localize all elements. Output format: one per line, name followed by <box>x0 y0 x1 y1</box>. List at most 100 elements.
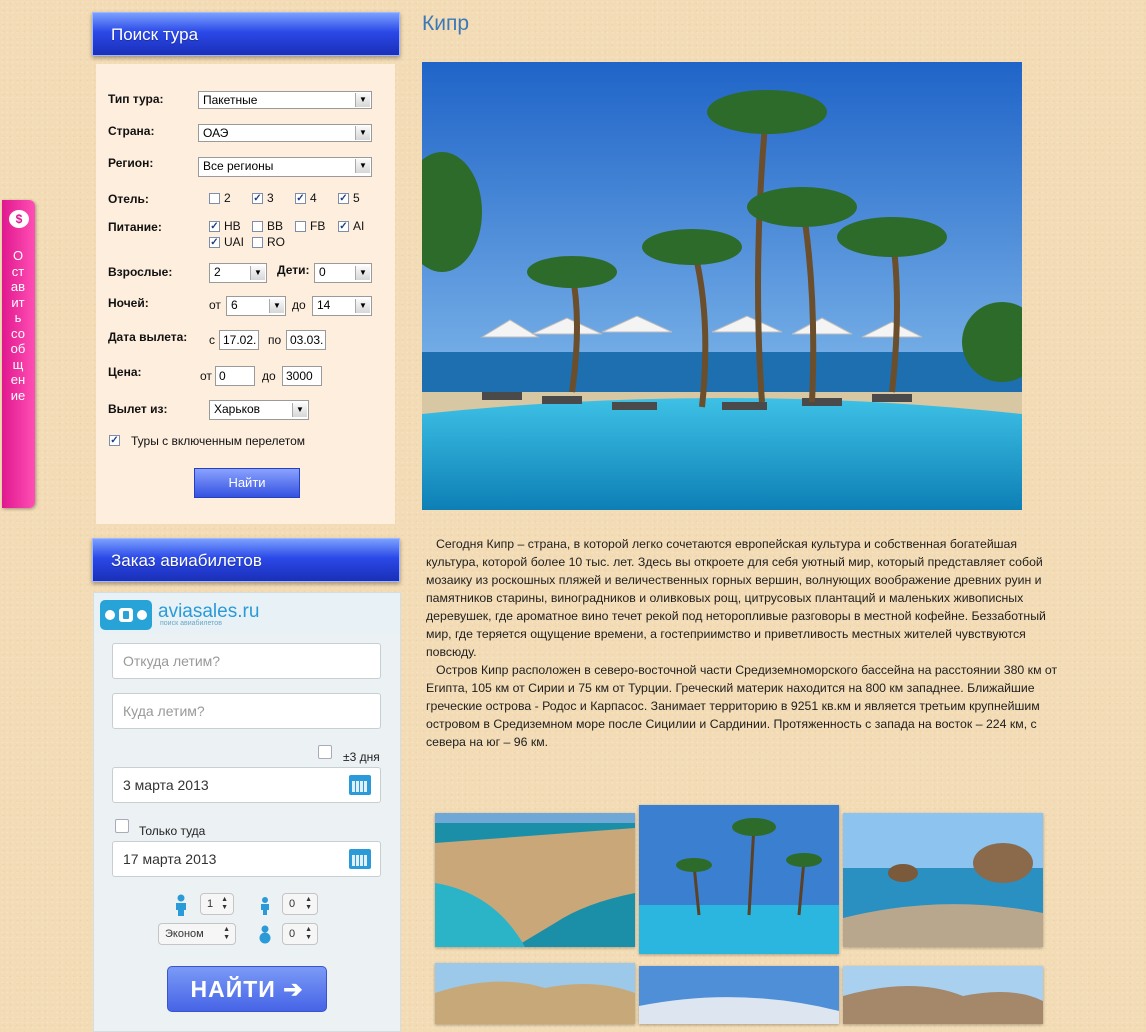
with-flight-checkbox[interactable]: ✓ <box>109 435 120 446</box>
stepper-arrows-icon: ▲ ▼ <box>223 926 230 941</box>
hotel-4-checkbox[interactable]: ✓ <box>295 193 306 204</box>
adults-select[interactable]: 2 ▼ <box>209 263 267 283</box>
price-from-input[interactable]: 0 <box>215 366 255 386</box>
nights-label: Ночей: <box>108 296 149 310</box>
children-count: 0 <box>289 898 296 910</box>
nights-to-value: 14 <box>317 298 331 312</box>
meal-ai-checkbox[interactable]: ✓ <box>338 221 349 232</box>
meal-ro-checkbox[interactable] <box>252 237 263 248</box>
chevron-down-icon: ▼ <box>269 299 284 313</box>
hotel-2-checkbox[interactable] <box>209 193 220 204</box>
adults-stepper[interactable]: 1 ▲ ▼ <box>200 893 234 915</box>
children-stepper[interactable]: 0 ▲ ▼ <box>282 893 318 915</box>
infants-count: 0 <box>289 928 296 940</box>
country-label: Страна: <box>108 124 155 138</box>
children-select[interactable]: 0 ▼ <box>314 263 372 283</box>
hotel-3-label: 3 <box>267 191 274 205</box>
meal-ai-label: AI <box>353 219 365 233</box>
meal-ro-label: RO <box>267 235 285 249</box>
chevron-down-icon: ▼ <box>250 266 265 280</box>
return-date-value: 17 марта 2013 <box>123 851 217 867</box>
find-tour-button[interactable]: Найти <box>194 468 300 498</box>
tour-type-label: Тип тура: <box>108 92 164 106</box>
with-flight-label: Туры с включенным перелетом <box>131 434 306 448</box>
region-value: Все регионы <box>203 159 274 173</box>
departure-date-label: Дата вылета: <box>108 330 188 344</box>
calendar-icon[interactable] <box>349 849 371 869</box>
children-value: 0 <box>319 265 326 279</box>
stepper-arrows-icon: ▲ ▼ <box>305 926 312 941</box>
nights-to-select[interactable]: 14 ▼ <box>312 296 372 316</box>
departure-city-select[interactable]: Харьков ▼ <box>209 400 309 420</box>
hotel-3-checkbox[interactable]: ✓ <box>252 193 263 204</box>
chevron-down-icon: ▼ <box>292 403 307 417</box>
date-from-label: с <box>209 333 215 347</box>
adults-label: Взрослые: <box>108 265 173 279</box>
meal-bb-checkbox[interactable] <box>252 221 263 232</box>
date-to-label: по <box>268 333 282 347</box>
flex-dates-label: ±3 дня <box>343 750 380 764</box>
children-label: Дети: <box>277 263 310 277</box>
hotel-label: Отель: <box>108 192 149 206</box>
tour-search-header: Поиск тура <box>92 12 400 56</box>
meal-uai-checkbox[interactable]: ✓ <box>209 237 220 248</box>
nights-to-label: до <box>292 298 306 312</box>
message-icon: $ <box>9 210 29 228</box>
page-title: Кипр <box>422 12 470 35</box>
meal-fb-checkbox[interactable] <box>295 221 306 232</box>
region-select[interactable]: Все регионы ▼ <box>198 157 372 177</box>
chevron-down-icon: ▼ <box>355 299 370 313</box>
hotel-2-label: 2 <box>224 191 231 205</box>
one-way-checkbox[interactable] <box>115 819 129 833</box>
destination-input[interactable]: Куда летим? <box>112 693 381 729</box>
gallery-thumbnail[interactable] <box>843 966 1043 1024</box>
stepper-arrows-icon: ▲ ▼ <box>305 896 312 911</box>
hero-image <box>422 62 1022 510</box>
price-to-input[interactable]: 3000 <box>282 366 322 386</box>
cabin-class-select[interactable]: Эконом ▲ ▼ <box>158 923 236 945</box>
hotel-4-label: 4 <box>310 191 317 205</box>
price-from-label: от <box>200 369 212 383</box>
gallery-thumbnail[interactable] <box>843 813 1043 947</box>
date-from-input[interactable]: 17.02. <box>219 330 259 350</box>
stepper-arrows-icon: ▲ ▼ <box>221 896 228 911</box>
article-text: Сегодня Кипр – страна, в которой легко с… <box>426 535 1062 751</box>
adults-count: 1 <box>207 898 214 910</box>
article-paragraph: Остров Кипр расположен в северо-восточно… <box>426 663 1058 749</box>
infants-stepper[interactable]: 0 ▲ ▼ <box>282 923 318 945</box>
nights-from-select[interactable]: 6 ▼ <box>226 296 286 316</box>
price-label: Цена: <box>108 365 142 379</box>
chevron-down-icon: ▼ <box>355 126 370 140</box>
gallery-thumbnail[interactable] <box>639 966 839 1024</box>
tour-type-value: Пакетные <box>203 93 258 107</box>
gallery-thumbnail[interactable] <box>435 813 635 947</box>
date-to-input[interactable]: 03.03. <box>286 330 326 350</box>
return-date-input[interactable]: 17 марта 2013 <box>112 841 381 877</box>
tour-type-select[interactable]: Пакетные ▼ <box>198 91 372 109</box>
gallery-thumbnail[interactable] <box>435 963 635 1024</box>
leave-message-label: Оставить сообщение <box>10 248 26 403</box>
cabin-class-value: Эконом <box>165 928 204 940</box>
chevron-down-icon: ▼ <box>355 266 370 280</box>
departure-city-value: Харьков <box>214 402 261 416</box>
meal-uai-label: UAI <box>224 235 245 249</box>
leave-message-tab[interactable]: $ Оставить сообщение <box>2 200 35 508</box>
hotel-5-checkbox[interactable]: ✓ <box>338 193 349 204</box>
origin-input[interactable]: Откуда летим? <box>112 643 381 679</box>
child-icon <box>258 896 272 920</box>
flex-dates-checkbox[interactable] <box>318 745 332 759</box>
aviasales-logo-subtitle: поиск авиабилетов <box>160 620 222 627</box>
chevron-down-icon: ▼ <box>355 159 370 173</box>
country-value: ОАЭ <box>203 126 229 140</box>
depart-date-input[interactable]: 3 марта 2013 <box>112 767 381 803</box>
depart-date-value: 3 марта 2013 <box>123 777 209 793</box>
meal-fb-label: FB <box>310 219 326 233</box>
one-way-label: Только туда <box>139 824 206 838</box>
article-paragraph: Сегодня Кипр – страна, в которой легко с… <box>426 537 1046 659</box>
meal-hb-checkbox[interactable]: ✓ <box>209 221 220 232</box>
country-select[interactable]: ОАЭ ▼ <box>198 124 372 142</box>
calendar-icon[interactable] <box>349 775 371 795</box>
meal-bb-label: BB <box>267 219 284 233</box>
gallery-thumbnail[interactable] <box>639 805 839 954</box>
avia-search-button[interactable]: НАЙТИ ➔ <box>167 966 327 1012</box>
